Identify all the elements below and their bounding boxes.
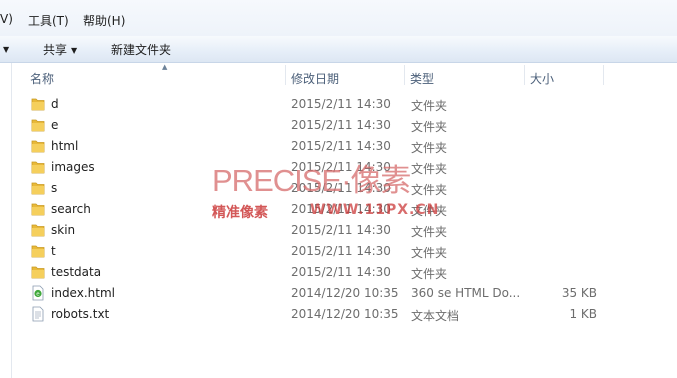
file-type: 文件夹 (411, 162, 448, 176)
file-row[interactable]: d 2015/2/11 14:30 文件夹 (0, 94, 677, 115)
file-date: 2014/12/20 10:35 (291, 286, 399, 300)
organize-arrow-icon[interactable]: ▼ (3, 45, 9, 54)
menu-view[interactable]: V) (0, 12, 13, 26)
file-date: 2015/2/11 14:30 (291, 265, 391, 279)
column-header: ▲ 名称 修改日期 类型 大小 (12, 63, 677, 88)
file-date: 2015/2/11 14:30 (291, 202, 391, 216)
file-type: 文件夹 (411, 99, 448, 113)
file-row[interactable]: testdata 2015/2/11 14:30 文件夹 (0, 262, 677, 283)
new-folder-button[interactable]: 新建文件夹 (111, 41, 171, 58)
share-button[interactable]: 共享 ▼ (43, 41, 77, 58)
file-type: 360 se HTML Do... (411, 286, 521, 300)
file-type: 文件夹 (411, 204, 448, 218)
file-row[interactable]: html 2015/2/11 14:30 文件夹 (0, 136, 677, 157)
file-name: s (51, 181, 58, 195)
file-date: 2015/2/11 14:30 (291, 160, 391, 174)
file-row[interactable]: skin 2015/2/11 14:30 文件夹 (0, 220, 677, 241)
file-name: images (51, 160, 95, 174)
file-row[interactable]: search 2015/2/11 14:30 文件夹 (0, 199, 677, 220)
file-date: 2015/2/11 14:30 (291, 223, 391, 237)
folder-icon (31, 182, 45, 195)
folder-icon (31, 245, 45, 258)
menu-bar: V) 工具(T) 帮助(H) (0, 0, 677, 37)
folder-icon (31, 119, 45, 132)
file-type: 文件夹 (411, 141, 448, 155)
folder-icon (31, 161, 45, 174)
file-name: skin (51, 223, 76, 237)
column-divider[interactable] (603, 65, 604, 85)
html-file-icon: e (32, 285, 44, 301)
column-divider[interactable] (285, 65, 286, 85)
file-date: 2014/12/20 10:35 (291, 307, 399, 321)
file-name: html (51, 139, 79, 153)
file-name: testdata (51, 265, 102, 279)
file-name: d (51, 97, 59, 111)
text-file-icon (32, 306, 44, 322)
column-name[interactable]: 名称 (30, 70, 54, 87)
file-type: 文本文档 (411, 309, 460, 323)
menu-tools[interactable]: 工具(T) (28, 12, 69, 29)
folder-icon (31, 203, 45, 216)
file-date: 2015/2/11 14:30 (291, 139, 391, 153)
file-name: search (51, 202, 91, 216)
file-name: e (51, 118, 59, 132)
file-type: 文件夹 (411, 183, 448, 197)
file-type: 文件夹 (411, 267, 448, 281)
file-row[interactable]: t 2015/2/11 14:30 文件夹 (0, 241, 677, 262)
toolbar: ▼ 共享 ▼ 新建文件夹 (0, 36, 677, 63)
file-type: 文件夹 (411, 120, 448, 134)
file-name: t (51, 244, 56, 258)
file-size: 1 KB (569, 307, 597, 321)
column-date[interactable]: 修改日期 (291, 70, 339, 87)
folder-icon (31, 98, 45, 111)
file-row[interactable]: s 2015/2/11 14:30 文件夹 (0, 178, 677, 199)
folder-icon (31, 266, 45, 279)
menu-help[interactable]: 帮助(H) (83, 12, 125, 29)
file-date: 2015/2/11 14:30 (291, 97, 391, 111)
file-row[interactable]: robots.txt 2014/12/20 10:35 文本文档 1 KB (0, 304, 677, 325)
file-row[interactable]: e index.html 2014/12/20 10:35 360 se HTM… (0, 283, 677, 304)
file-date: 2015/2/11 14:30 (291, 181, 391, 195)
file-name: robots.txt (51, 307, 110, 321)
file-date: 2015/2/11 14:30 (291, 118, 391, 132)
column-divider[interactable] (404, 65, 405, 85)
file-name: index.html (51, 286, 115, 300)
file-size: 35 KB (561, 286, 597, 300)
sort-ascending-icon: ▲ (162, 63, 168, 71)
file-type: 文件夹 (411, 225, 448, 239)
column-divider[interactable] (524, 65, 525, 85)
chevron-down-icon: ▼ (71, 46, 78, 55)
folder-icon (31, 224, 45, 237)
share-label: 共享 (43, 43, 68, 57)
file-row[interactable]: images 2015/2/11 14:30 文件夹 (0, 157, 677, 178)
folder-icon (31, 140, 45, 153)
file-list-pane: ▲ 名称 修改日期 类型 大小 d 2015/2/11 14:30 文件夹 e … (0, 63, 677, 378)
file-row[interactable]: e 2015/2/11 14:30 文件夹 (0, 115, 677, 136)
column-size[interactable]: 大小 (530, 70, 554, 87)
column-type[interactable]: 类型 (410, 70, 434, 87)
file-type: 文件夹 (411, 246, 448, 260)
file-date: 2015/2/11 14:30 (291, 244, 391, 258)
